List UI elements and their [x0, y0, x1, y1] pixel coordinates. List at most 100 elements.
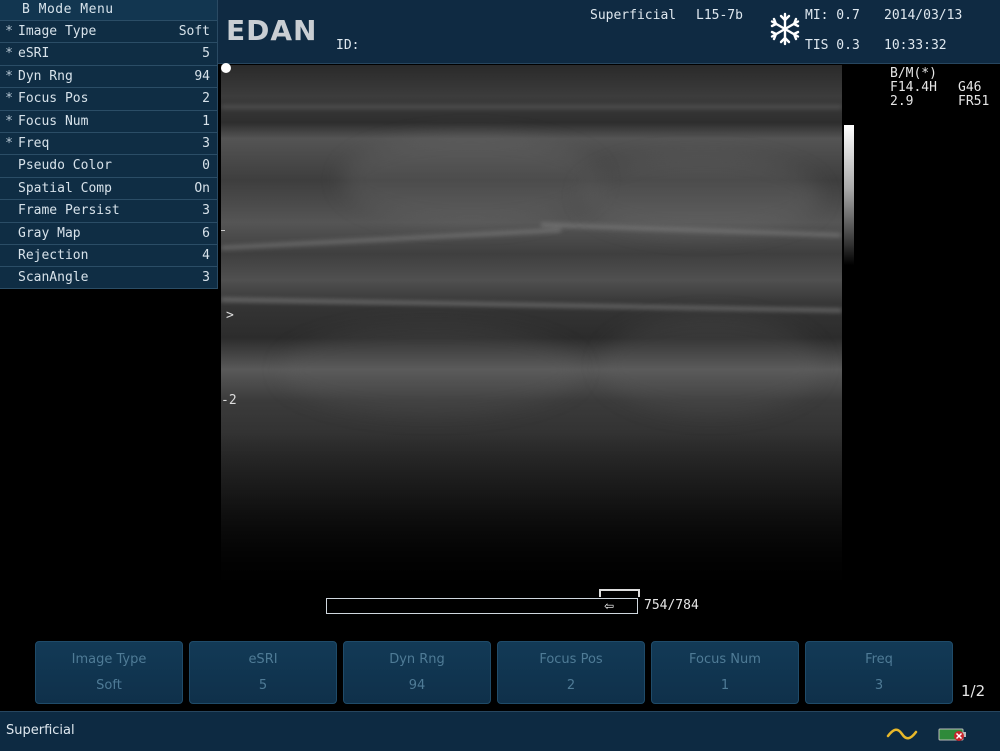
menu-item-value: 3	[202, 135, 210, 151]
modified-star: *	[5, 24, 13, 39]
ultrasound-image[interactable]	[221, 65, 842, 590]
softkey-value: 1	[720, 677, 730, 693]
menu-item-label: Pseudo Color	[18, 158, 112, 174]
menu-item-label: Rejection	[18, 247, 89, 263]
status-preset: Superficial	[6, 723, 75, 738]
exam-preset: Superficial	[590, 8, 677, 23]
modified-star: *	[5, 113, 13, 129]
softkey-label: Dyn Rng	[389, 651, 445, 667]
battery-icon	[938, 728, 966, 741]
parameter-row: B/M(*)	[890, 67, 989, 81]
modified-star: *	[5, 135, 13, 151]
depth-scale-label: -2	[221, 393, 237, 408]
softkey-value: Soft	[96, 677, 122, 693]
menu-item-value: 94	[194, 68, 210, 84]
cine-position-arrow-icon[interactable]: ⇦	[604, 600, 614, 612]
parameter-row: 2.9 FR51	[890, 95, 989, 109]
imaging-parameters: B/M(*) F14.4H G46 2.9 FR51	[890, 67, 989, 109]
menu-item-value: 4	[202, 247, 210, 263]
softkey-value: 94	[408, 677, 426, 693]
softkey-label: Image Type	[71, 651, 147, 667]
menu-item-value: 3	[202, 270, 210, 286]
menu-item-value: 2	[202, 91, 210, 107]
menu-item-label: Freq	[18, 135, 50, 151]
modified-star: *	[5, 46, 13, 62]
softkey-esri[interactable]: eSRI 5	[189, 641, 337, 704]
parameter-value: G46	[958, 80, 982, 95]
menu-item-scanangle[interactable]: ScanAngle 3	[0, 266, 217, 289]
menu-item-dyn-rng[interactable]: * Dyn Rng 94	[0, 64, 217, 88]
menu-item-value: On	[194, 180, 210, 196]
softkey-value: 2	[566, 677, 576, 693]
softkey-label: Freq	[865, 651, 893, 667]
softkey-row: Image Type Soft eSRI 5 Dyn Rng 94 Focus Pos 2 Fo…	[35, 641, 953, 704]
menu-title: B Mode Menu	[0, 0, 217, 20]
softkey-label: eSRI	[248, 651, 278, 667]
modified-star: *	[5, 91, 13, 107]
parameter-value: FR51	[958, 94, 990, 109]
thermal-index: TIS 0.3	[805, 38, 860, 53]
menu-item-freq[interactable]: * Freq 3	[0, 131, 217, 155]
date-display: 2014/03/13	[884, 8, 963, 23]
softkey-focus-num[interactable]: Focus Num 1	[651, 641, 799, 704]
snowflake-icon	[770, 12, 800, 46]
menu-item-label: Image Type	[18, 24, 97, 39]
status-bar: Superficial	[0, 711, 1000, 751]
menu-item-gray-map[interactable]: Gray Map 6	[0, 221, 217, 244]
page-indicator[interactable]: 1/2	[961, 682, 985, 700]
menu-item-label: eSRI	[18, 46, 50, 62]
menu-item-esri[interactable]: * eSRI 5	[0, 42, 217, 65]
menu-item-value: 6	[202, 225, 210, 241]
menu-item-value: 0	[202, 158, 210, 174]
cine-bracket	[599, 589, 640, 597]
softkey-image-type[interactable]: Image Type Soft	[35, 641, 183, 704]
modified-star	[0, 155, 18, 176]
menu-item-label: Spatial Comp	[18, 180, 112, 196]
modified-star	[0, 245, 18, 266]
depth-tick	[221, 230, 225, 231]
menu-item-focus-num[interactable]: * Focus Num 1	[0, 109, 217, 132]
menu-item-label: Dyn Rng	[18, 68, 73, 84]
cine-loop-bar[interactable]	[326, 598, 638, 614]
patient-id-label: ID:	[336, 38, 360, 53]
modified-star: *	[5, 68, 13, 84]
mechanical-index: MI: 0.7	[805, 8, 860, 23]
menu-item-pseudo-color[interactable]: Pseudo Color 0	[0, 154, 217, 177]
edan-logo: EDAN	[226, 14, 318, 47]
modified-star	[0, 267, 18, 287]
menu-item-value: Soft	[178, 24, 210, 39]
menu-item-rejection[interactable]: Rejection 4	[0, 243, 217, 267]
menu-item-label: ScanAngle	[18, 270, 89, 286]
grayscale-bar	[844, 125, 854, 265]
menu-item-label: Frame Persist	[18, 203, 120, 219]
wave-icon	[886, 728, 918, 740]
menu-item-value: 1	[202, 113, 210, 129]
menu-item-spatial-comp[interactable]: Spatial Comp On	[0, 176, 217, 200]
modified-star	[0, 223, 18, 244]
focus-position-marker: >	[226, 308, 234, 323]
menu-item-value: 3	[202, 203, 210, 219]
softkey-label: Focus Num	[689, 651, 761, 667]
menu-item-focus-pos[interactable]: * Focus Pos 2	[0, 87, 217, 110]
softkey-freq[interactable]: Freq 3	[805, 641, 953, 704]
parameter-row: F14.4H G46	[890, 81, 989, 95]
menu-item-value: 5	[202, 46, 210, 62]
modified-star	[0, 200, 18, 221]
softkey-value: 3	[874, 677, 884, 693]
parameter-value: 2.9	[890, 94, 914, 109]
menu-item-label: Focus Pos	[18, 91, 89, 107]
softkey-focus-pos[interactable]: Focus Pos 2	[497, 641, 645, 704]
menu-item-frame-persist[interactable]: Frame Persist 3	[0, 199, 217, 222]
menu-item-image-type[interactable]: * Image Type Soft	[0, 20, 217, 43]
modified-star	[0, 178, 18, 199]
probe-name: L15-7b	[696, 8, 743, 23]
softkey-value: 5	[258, 677, 268, 693]
header-bar: EDAN ID: Superficial L15-7b MI: 0.7 TIS …	[218, 0, 1000, 64]
menu-item-label: Gray Map	[18, 225, 81, 241]
softkey-dyn-rng[interactable]: Dyn Rng 94	[343, 641, 491, 704]
time-display: 10:33:32	[884, 38, 947, 53]
menu-item-label: Focus Num	[18, 113, 89, 129]
image-origin-dot	[221, 63, 231, 73]
parameter-value: F14.4H	[890, 80, 937, 95]
b-mode-menu: B Mode Menu * Image Type Soft * eSRI 5 * Dyn Rn…	[0, 0, 218, 289]
